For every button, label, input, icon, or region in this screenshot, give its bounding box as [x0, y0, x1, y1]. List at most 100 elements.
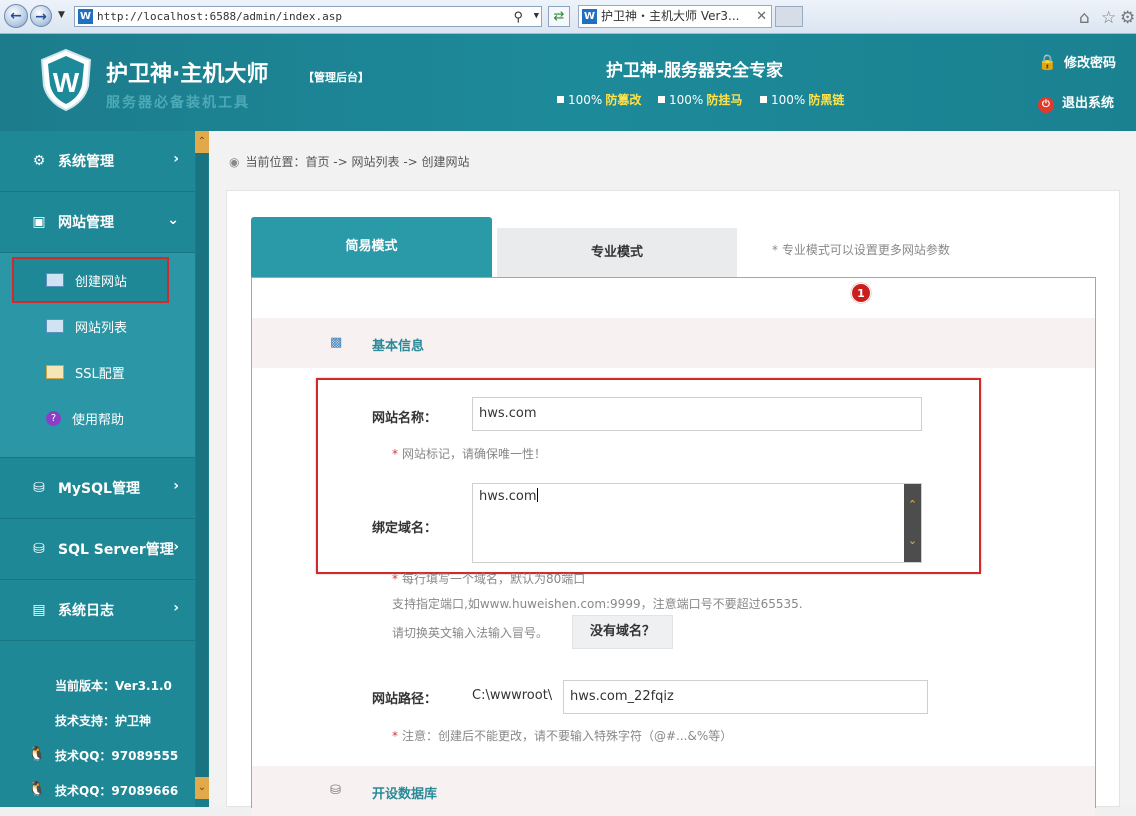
submenu-site-list[interactable]: 网站列表: [0, 303, 195, 349]
create-site-icon: [46, 273, 64, 287]
header-slogan: 护卫神-服务器安全专家: [606, 61, 784, 81]
scrollbar-track[interactable]: [196, 151, 208, 781]
submenu-ssl[interactable]: SSL配置: [0, 349, 195, 395]
submenu-create-site[interactable]: 创建网站: [12, 257, 169, 303]
section-title: 基本信息: [372, 339, 425, 354]
tab-favicon-icon: W: [582, 9, 597, 24]
refresh-button[interactable]: ⇄: [548, 6, 570, 27]
gear-icon: ⚙: [32, 153, 46, 169]
new-tab-button[interactable]: [775, 6, 803, 27]
lock-icon: 🔒: [1038, 53, 1057, 71]
domain-hint: * 每行填写一个域名，默认为80端口: [392, 572, 586, 586]
create-site-form: 1 ▩ 基本信息 网站名称： hws.com * 网站标记，请确保唯一性！ 绑定域…: [251, 277, 1096, 816]
site-path-input[interactable]: hws.com_22fqiz: [563, 680, 928, 714]
step-number-badge: 1: [851, 283, 871, 303]
breadcrumb: ◉ 当前位置：首页 -> 网站列表 -> 创建网站: [229, 155, 470, 169]
forward-button[interactable]: →: [30, 5, 52, 27]
browser-tab[interactable]: W 护卫神・主机大师 Ver3... ✕: [578, 5, 772, 28]
tab-title: 护卫神・主机大师 Ver3...: [601, 9, 740, 23]
sidebar: ⚙ 系统管理 › ▣ 网站管理 ⌄ 创建网站 网站列表 SSL配置 ? 使用帮助…: [0, 131, 195, 807]
support-text: 技术支持：护卫神: [55, 714, 152, 728]
scroll-up-icon[interactable]: ⌃: [195, 131, 209, 153]
square-icon: [557, 96, 564, 103]
sidebar-scrollbar[interactable]: ⌃ ⌄: [195, 131, 209, 807]
site-path-label: 网站路径：: [372, 692, 438, 707]
menu-mysql[interactable]: ⛁ MySQL管理 ›: [0, 458, 195, 519]
svg-text:W: W: [53, 67, 80, 98]
chevron-down-icon: ⌄: [167, 212, 179, 228]
domain-port-hint: 支持指定端口,如www.huweishen.com:9999，注意端口号不要超过…: [392, 597, 803, 611]
history-dropdown-icon[interactable]: ▼: [58, 10, 65, 20]
certificate-icon: [46, 365, 64, 379]
search-icon[interactable]: ⚲: [513, 8, 523, 27]
home-icon[interactable]: ⌂: [1079, 8, 1090, 28]
domain-label: 绑定域名：: [372, 521, 438, 536]
menu-system[interactable]: ⚙ 系统管理 ›: [0, 131, 195, 192]
qq-text-2[interactable]: 技术QQ：97089666: [55, 782, 178, 799]
back-button[interactable]: ←: [4, 4, 28, 28]
close-tab-icon[interactable]: ✕: [756, 6, 767, 27]
database-icon: ⛁: [330, 783, 341, 798]
qq-penguin-icon: 🐧: [28, 781, 46, 797]
version-text: 当前版本：Ver3.1.0: [55, 679, 172, 693]
monitor-icon: ▣: [32, 214, 46, 230]
site-path-hint: * 注意：创建后不能更改，请不要输入特殊字符（@#...&%等）: [392, 729, 733, 743]
browser-toolbar: ← → ▼ W http://localhost:6588/admin/inde…: [0, 0, 1136, 34]
scroll-down-icon[interactable]: ⌄: [195, 777, 209, 799]
change-password-link[interactable]: 🔒 修改密码: [1038, 52, 1116, 71]
menu-sqlserver[interactable]: ⛁ SQL Server管理 ›: [0, 519, 195, 580]
database-icon: ⛁: [33, 480, 45, 496]
stat-anti-trojan: 100% 防挂马: [658, 91, 742, 108]
tab-simple-mode[interactable]: 简易模式: [251, 217, 492, 277]
card-icon: ▩: [330, 335, 343, 350]
location-pin-icon: ◉: [229, 155, 240, 169]
textarea-scrollbar[interactable]: ⌃ ⌄: [904, 484, 921, 562]
stat-anti-tamper: 100% 防篡改: [557, 91, 641, 108]
square-icon: [760, 96, 767, 103]
website-submenu: 创建网站 网站列表 SSL配置 ? 使用帮助: [0, 253, 195, 458]
address-dropdown-icon[interactable]: ▼: [534, 7, 539, 26]
site-favicon-icon: W: [78, 9, 93, 24]
site-name-input[interactable]: hws.com: [472, 397, 922, 431]
no-domain-button[interactable]: 没有域名？: [572, 615, 673, 649]
main-content: ◉ 当前位置：首页 -> 网站列表 -> 创建网站 简易模式 专业模式 * 专业模…: [209, 131, 1136, 816]
pro-mode-hint: * 专业模式可以设置更多网站参数: [772, 243, 950, 257]
tab-pro-mode[interactable]: 专业模式: [497, 228, 737, 277]
site-list-icon: [46, 319, 64, 333]
qq-text-1[interactable]: 技术QQ：97089555: [55, 747, 178, 764]
log-book-icon: ▤: [32, 602, 46, 618]
admin-badge: 【管理后台】: [303, 71, 369, 84]
submenu-help[interactable]: ? 使用帮助: [0, 395, 195, 441]
section-database: ⛁ 开设数据库: [252, 766, 1095, 816]
input-method-hint: 请切换英文输入法输入冒号。: [392, 626, 549, 640]
scroll-up-icon[interactable]: ⌃: [904, 498, 921, 511]
help-icon: ?: [46, 410, 61, 426]
favorites-star-icon[interactable]: ☆: [1101, 8, 1116, 28]
chevron-right-icon: ›: [173, 600, 179, 616]
chevron-right-icon: ›: [173, 151, 179, 167]
create-site-panel: 简易模式 专业模式 * 专业模式可以设置更多网站参数 1 ▩ 基本信息 网站名称…: [226, 190, 1120, 816]
menu-website[interactable]: ▣ 网站管理 ⌄: [0, 192, 195, 253]
qq-penguin-icon: 🐧: [28, 746, 46, 762]
address-url: http://localhost:6588/admin/index.asp: [97, 10, 343, 23]
gear-icon[interactable]: ⚙: [1120, 8, 1135, 28]
square-icon: [658, 96, 665, 103]
menu-syslog[interactable]: ▤ 系统日志 ›: [0, 580, 195, 641]
section-basic-info: ▩ 基本信息: [252, 318, 1095, 368]
scroll-down-icon[interactable]: ⌄: [904, 534, 921, 547]
section-title: 开设数据库: [372, 787, 438, 802]
stat-anti-blacklink: 100% 防黑链: [760, 91, 844, 108]
logout-link[interactable]: ⏻ 退出系统: [1038, 92, 1114, 113]
address-bar[interactable]: W http://localhost:6588/admin/index.asp …: [74, 6, 542, 27]
domain-textarea[interactable]: hws.com: [472, 483, 922, 563]
chevron-right-icon: ›: [173, 478, 179, 494]
power-icon: ⏻: [1038, 97, 1054, 113]
app-header: W 护卫神·主机大师 【管理后台】 服务器必备装机工具 护卫神-服务器安全专家 …: [0, 34, 1136, 131]
site-name-label: 网站名称：: [372, 411, 438, 426]
text-caret: [536, 488, 538, 502]
site-name-hint: * 网站标记，请确保唯一性！: [392, 447, 547, 461]
site-path-prefix: C:\wwwroot\: [472, 688, 553, 703]
database-icon: ⛁: [33, 541, 45, 557]
brand-title: 护卫神·主机大师: [106, 62, 269, 87]
chevron-right-icon: ›: [173, 539, 179, 555]
